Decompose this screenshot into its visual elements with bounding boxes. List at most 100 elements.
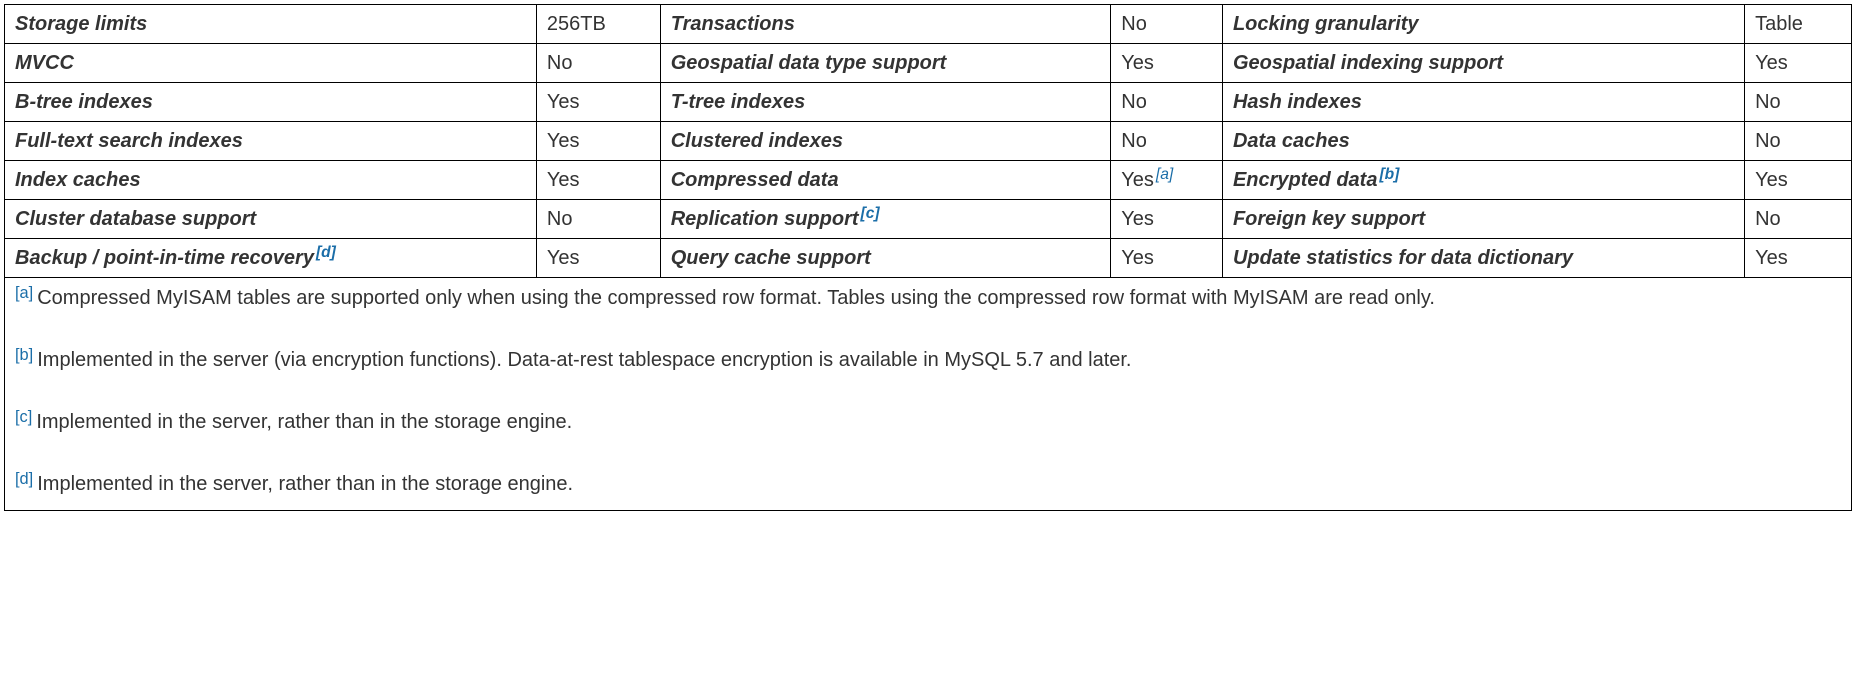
feature-value: No: [1745, 83, 1852, 122]
feature-value: Yes: [1111, 239, 1223, 278]
table-row: B-tree indexes Yes T-tree indexes No Hash in…: [5, 83, 1852, 122]
feature-value-text: Yes: [1755, 169, 1788, 191]
feature-value: Yes: [1111, 44, 1223, 83]
feature-label: Hash indexes: [1222, 83, 1744, 122]
feature-value: Yes: [536, 239, 660, 278]
footnotes-row: [a]Compressed MyISAM tables are supporte…: [5, 278, 1852, 511]
feature-label: Backup / point-in-time recovery[d]: [5, 239, 537, 278]
feature-value-text: Table: [1755, 13, 1803, 35]
feature-label-text: Encrypted data: [1233, 169, 1377, 191]
feature-value: No: [1745, 122, 1852, 161]
feature-value: Yes: [536, 83, 660, 122]
feature-label: Geospatial data type support: [660, 44, 1111, 83]
feature-value: No: [1111, 83, 1223, 122]
feature-label-text: Update statistics for data dictionary: [1233, 247, 1573, 269]
footnote: [b]Implemented in the server (via encryp…: [15, 346, 1841, 374]
feature-label: Full-text search indexes: [5, 122, 537, 161]
footnote-ref-b[interactable]: [b]: [1379, 166, 1399, 183]
feature-value-text: Yes: [547, 91, 580, 113]
feature-value-text: No: [1121, 13, 1147, 35]
feature-label: Compressed data: [660, 161, 1111, 200]
feature-label-text: MVCC: [15, 52, 74, 74]
feature-label: Foreign key support: [1222, 200, 1744, 239]
feature-value-text: Yes: [1121, 247, 1154, 269]
feature-value-text: Yes: [1121, 208, 1154, 230]
feature-value-text: Yes: [547, 247, 580, 269]
feature-value: No: [1111, 5, 1223, 44]
feature-value-text: Yes: [547, 130, 580, 152]
feature-value-text: No: [1755, 130, 1781, 152]
feature-value: Yes: [536, 122, 660, 161]
feature-value-text: 256TB: [547, 13, 606, 35]
feature-value: Yes: [1745, 161, 1852, 200]
feature-label: MVCC: [5, 44, 537, 83]
feature-label-text: Cluster database support: [15, 208, 256, 230]
feature-value: Table: [1745, 5, 1852, 44]
feature-label-text: Foreign key support: [1233, 208, 1425, 230]
feature-label: Storage limits: [5, 5, 537, 44]
footnote-ref-d[interactable]: [d]: [316, 244, 336, 261]
feature-label: Transactions: [660, 5, 1111, 44]
footnote: [c]Implemented in the server, rather tha…: [15, 408, 1841, 436]
footnote: [d]Implemented in the server, rather tha…: [15, 470, 1841, 498]
feature-value: Yes: [1745, 239, 1852, 278]
feature-label: Data caches: [1222, 122, 1744, 161]
feature-label-text: Hash indexes: [1233, 91, 1362, 113]
footnote-mark: [d]: [15, 470, 33, 488]
footnotes-cell: [a]Compressed MyISAM tables are supporte…: [5, 278, 1852, 511]
feature-value-text: Yes: [1121, 52, 1154, 74]
feature-label-text: Geospatial indexing support: [1233, 52, 1503, 74]
table-row: Cluster database support No Replication su…: [5, 200, 1852, 239]
table-row: Index cachesYesCompressed dataYes[a]Encr…: [5, 161, 1852, 200]
feature-value-text: No: [547, 52, 573, 74]
feature-value-text: No: [547, 208, 573, 230]
feature-value: 256TB: [536, 5, 660, 44]
feature-label: Update statistics for data dictionary: [1222, 239, 1744, 278]
feature-label-text: Geospatial data type support: [671, 52, 947, 74]
feature-label: Geospatial indexing support: [1222, 44, 1744, 83]
feature-value-text: No: [1121, 130, 1147, 152]
feature-label-text: Locking granularity: [1233, 13, 1419, 35]
feature-value-text: Yes: [547, 169, 580, 191]
feature-label-text: Full-text search indexes: [15, 130, 243, 152]
feature-value-text: Yes: [1755, 247, 1788, 269]
feature-label-text: Index caches: [15, 169, 141, 191]
table-row: Full-text search indexes Yes Clustered ind…: [5, 122, 1852, 161]
feature-value: Yes: [536, 161, 660, 200]
feature-value: No: [536, 200, 660, 239]
feature-label: Cluster database support: [5, 200, 537, 239]
feature-value-text: No: [1755, 208, 1781, 230]
feature-label: B-tree indexes: [5, 83, 537, 122]
feature-value: Yes: [1111, 200, 1223, 239]
feature-value-text: No: [1755, 91, 1781, 113]
storage-engine-features-table: Storage limits256TBTransactionsNoLocking…: [4, 4, 1852, 511]
footnote-text: Implemented in the server (via encryptio…: [37, 349, 1131, 371]
feature-value-text: Yes: [1755, 52, 1788, 74]
footnote-text: Implemented in the server, rather than i…: [36, 411, 572, 433]
feature-label-text: Replication support: [671, 208, 859, 230]
feature-label-text: Data caches: [1233, 130, 1350, 152]
feature-label: Clustered indexes: [660, 122, 1111, 161]
feature-label-text: Query cache support: [671, 247, 871, 269]
footnote-ref-c[interactable]: [c]: [861, 205, 880, 222]
feature-label-text: T-tree indexes: [671, 91, 806, 113]
feature-label: Encrypted data[b]: [1222, 161, 1744, 200]
feature-label-text: Compressed data: [671, 169, 839, 191]
feature-label-text: Clustered indexes: [671, 130, 843, 152]
feature-label: Replication support[c]: [660, 200, 1111, 239]
feature-value: Yes: [1745, 44, 1852, 83]
feature-label: T-tree indexes: [660, 83, 1111, 122]
footnote-mark: [c]: [15, 408, 32, 426]
feature-value: No: [536, 44, 660, 83]
feature-value-text: Yes: [1121, 169, 1154, 191]
feature-label: Query cache support: [660, 239, 1111, 278]
footnote: [a]Compressed MyISAM tables are supporte…: [15, 284, 1841, 312]
table-row: MVCC No Geospatial data type support Yes Geo…: [5, 44, 1852, 83]
table-row: Storage limits 256TB Transactions No Locking…: [5, 5, 1852, 44]
feature-label-text: Backup / point-in-time recovery: [15, 247, 314, 269]
feature-value: No: [1745, 200, 1852, 239]
footnote-text: Implemented in the server, rather than i…: [37, 473, 573, 495]
feature-label: Locking granularity: [1222, 5, 1744, 44]
feature-label-text: B-tree indexes: [15, 91, 153, 113]
footnote-ref-a[interactable]: [a]: [1156, 166, 1173, 183]
